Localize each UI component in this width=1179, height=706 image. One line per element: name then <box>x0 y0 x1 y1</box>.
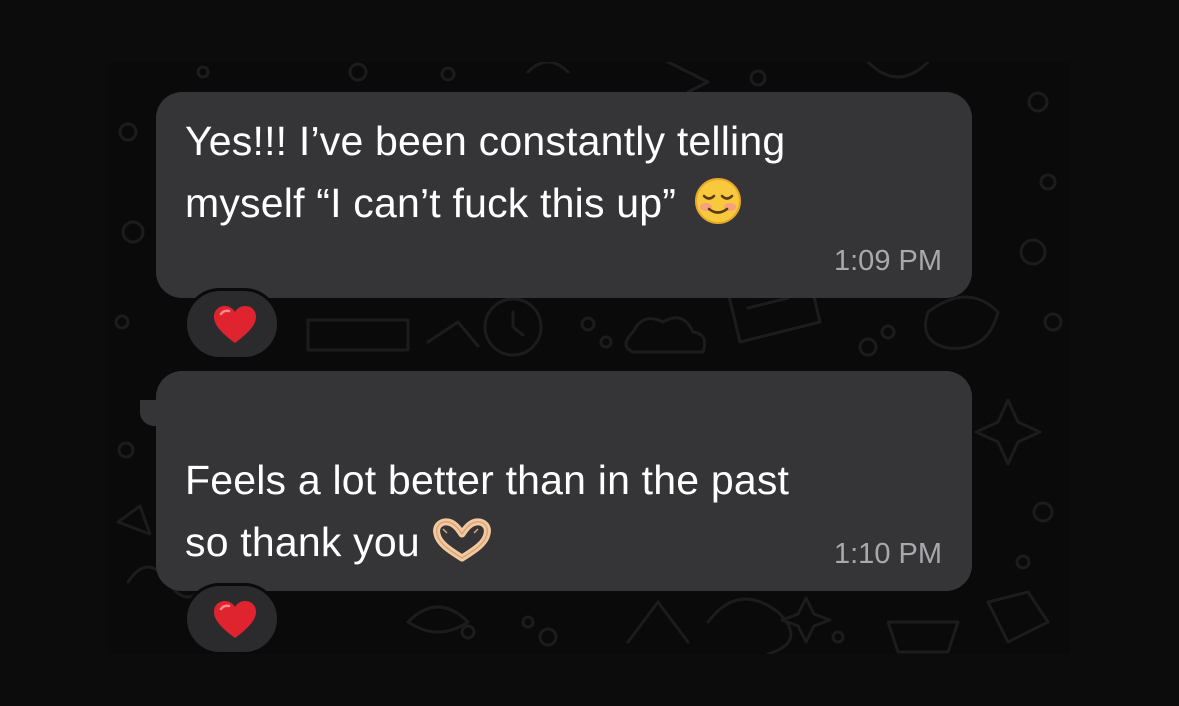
reaction-badge[interactable] <box>184 583 280 654</box>
message-timestamp: 1:09 PM <box>834 245 942 277</box>
reaction-badge[interactable] <box>184 288 280 360</box>
smiling-face-icon <box>688 177 744 242</box>
heart-hands-icon <box>431 518 493 581</box>
message-line: so thank you <box>185 519 420 565</box>
red-heart-icon <box>214 306 256 343</box>
message-text: Yes!!! I’ve been constantly telling myse… <box>185 110 905 242</box>
message-bubble[interactable]: Feels a lot better than in the past so t… <box>156 371 972 591</box>
red-heart-icon <box>214 601 256 638</box>
message-timestamp: 1:10 PM <box>834 538 942 570</box>
message-line: myself “I can’t fuck this up” <box>185 180 677 226</box>
message-line: Yes!!! I’ve been constantly telling <box>185 118 786 164</box>
message-bubble[interactable]: Yes!!! I’ve been constantly telling myse… <box>156 92 972 298</box>
message-line: Feels a lot better than in the past <box>185 457 790 503</box>
message-text: Feels a lot better than in the past so t… <box>185 449 905 581</box>
chat-area: Yes!!! I’ve been constantly telling myse… <box>108 62 1070 654</box>
